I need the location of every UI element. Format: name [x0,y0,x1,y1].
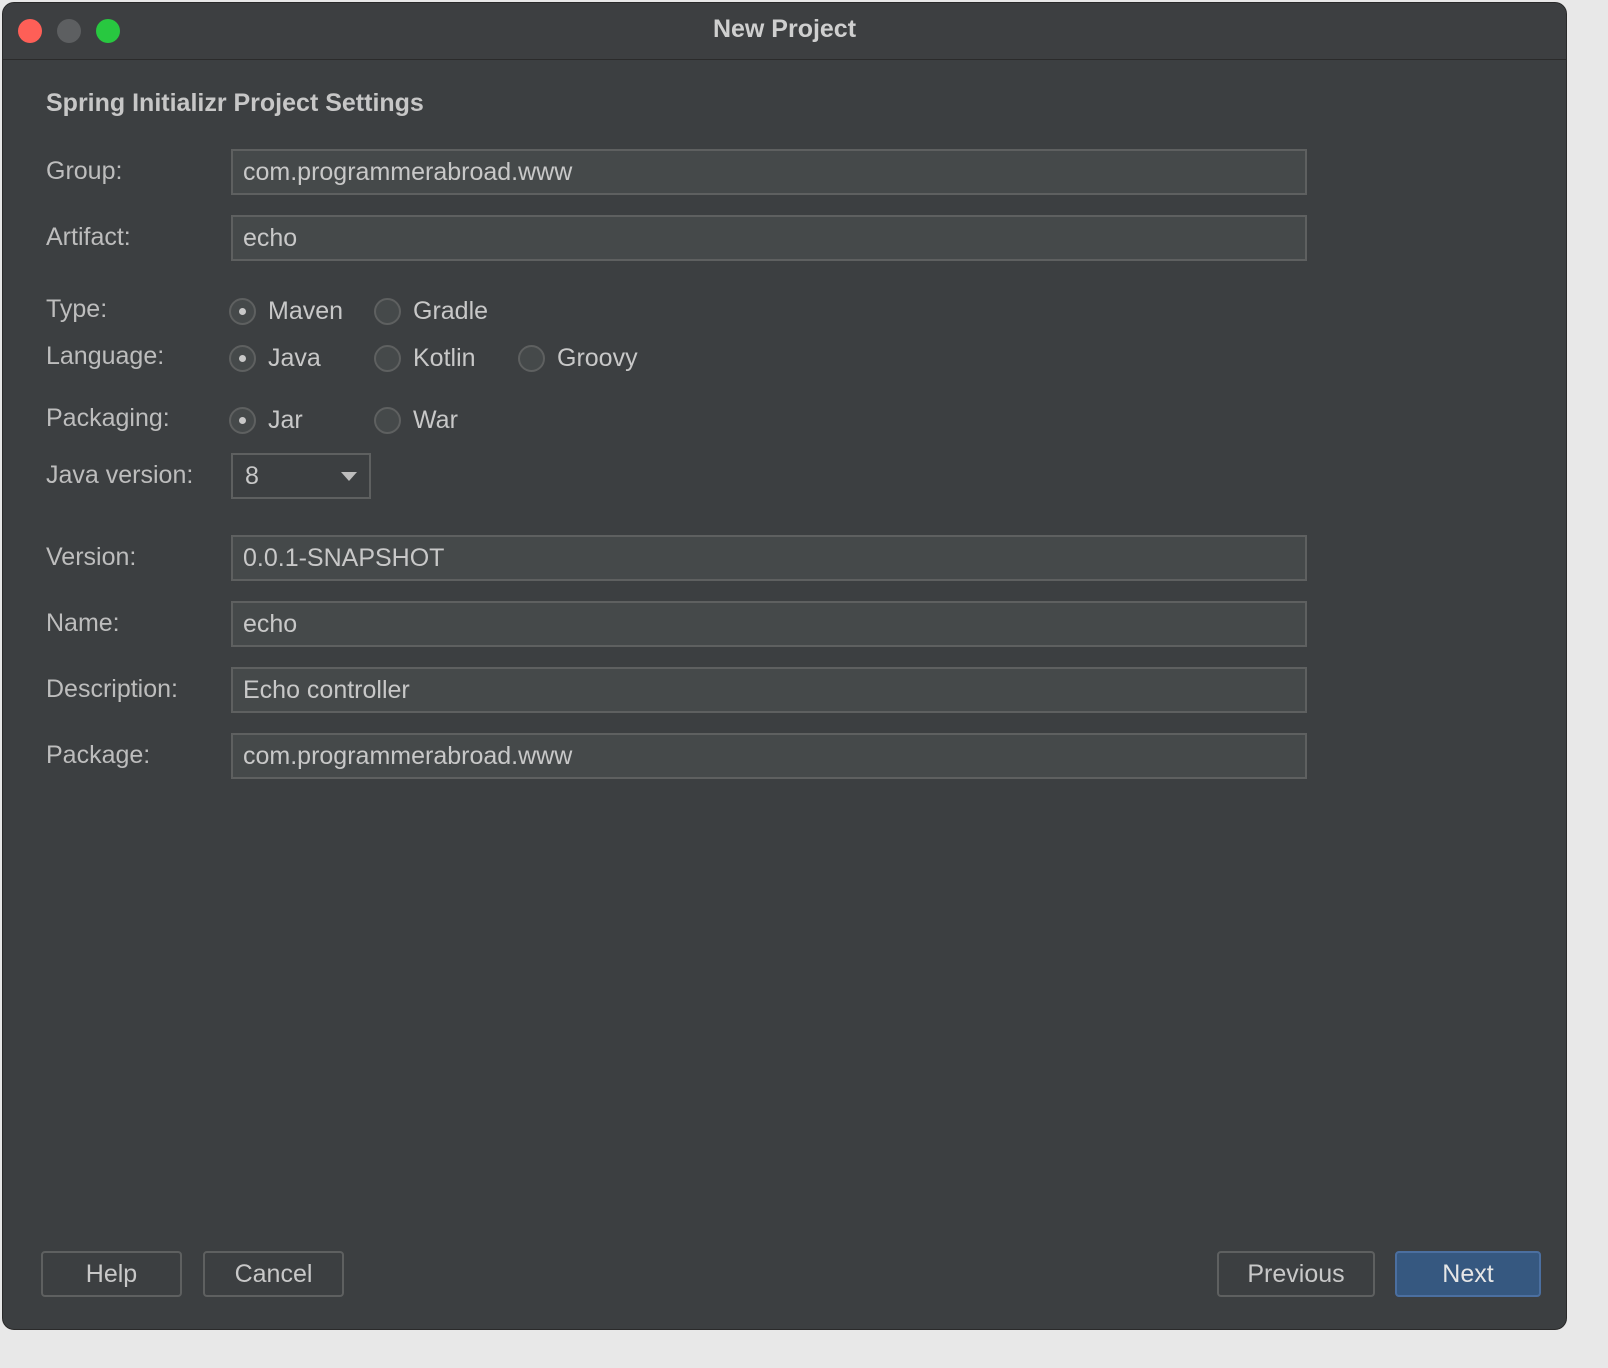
radio-unselected-icon [374,406,401,434]
packaging-option-war[interactable]: War [374,402,458,438]
version-label: Version: [46,543,137,571]
radio-label: Gradle [413,296,489,325]
radio-label: Java [268,343,321,372]
package-field[interactable]: com.programmerabroad.www [231,733,1307,779]
radio-label: War [413,405,458,434]
package-label: Package: [46,741,151,769]
title-bar: New Project [3,3,1566,60]
radio-label: Kotlin [413,343,476,372]
type-label: Type: [46,295,108,323]
description-field[interactable]: Echo controller [231,667,1307,713]
language-option-java[interactable]: Java [229,340,321,376]
java-version-value: 8 [245,462,259,490]
section-title: Spring Initializr Project Settings [46,89,424,117]
radio-label: Jar [268,405,303,434]
radio-unselected-icon [374,297,401,325]
language-option-groovy[interactable]: Groovy [518,340,638,376]
artifact-label: Artifact: [46,223,131,251]
radio-selected-icon [229,297,256,325]
radio-selected-icon [229,406,256,434]
language-label: Language: [46,342,165,370]
radio-unselected-icon [374,344,401,372]
artifact-field[interactable]: echo [231,215,1307,261]
java-version-select[interactable]: 8 [231,453,371,499]
radio-label: Maven [268,296,344,325]
previous-button[interactable]: Previous [1217,1251,1375,1297]
radio-selected-icon [229,344,256,372]
radio-unselected-icon [518,344,545,372]
group-label: Group: [46,157,123,185]
cancel-button[interactable]: Cancel [203,1251,344,1297]
java-version-label: Java version: [46,461,194,489]
name-label: Name: [46,609,120,637]
language-option-kotlin[interactable]: Kotlin [374,340,476,376]
type-option-maven[interactable]: Maven [229,293,343,329]
version-field[interactable]: 0.0.1-SNAPSHOT [231,535,1307,581]
window-title: New Project [712,15,857,43]
radio-label: Groovy [557,343,638,372]
new-project-dialog: New Project Spring Initializr Project Se… [2,2,1567,1330]
help-button[interactable]: Help [41,1251,182,1297]
name-field[interactable]: echo [231,601,1307,647]
packaging-option-jar[interactable]: Jar [229,402,303,438]
group-field[interactable]: com.programmerabroad.www [231,149,1307,195]
packaging-label: Packaging: [46,404,170,432]
next-button[interactable]: Next [1395,1251,1541,1297]
description-label: Description: [46,675,178,703]
chevron-down-icon [341,472,357,481]
type-option-gradle[interactable]: Gradle [374,293,488,329]
